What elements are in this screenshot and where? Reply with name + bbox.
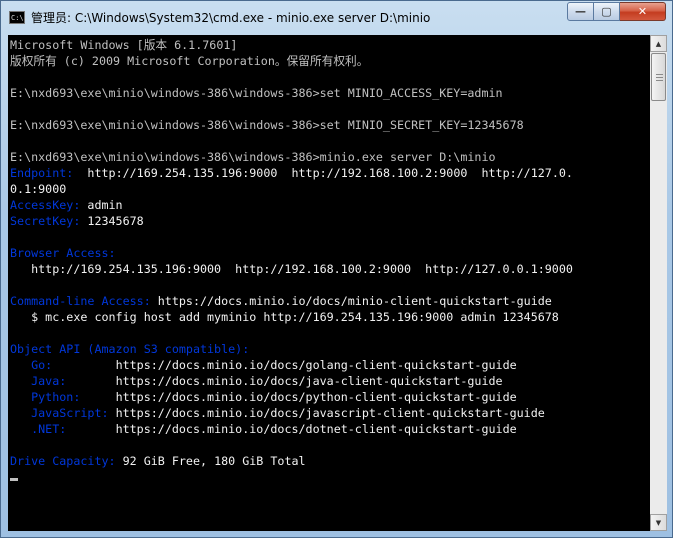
console-line: Microsoft Windows [版本 6.1.7601] [10, 37, 573, 53]
console-text: Python: [10, 390, 116, 404]
cmd-app-icon[interactable]: C:\. [9, 11, 28, 24]
console-line: Go: https://docs.minio.io/docs/golang-cl… [10, 357, 573, 373]
console-text: 92 GiB Free, 180 GiB Total [115, 454, 306, 468]
console-line: Browser Access: [10, 245, 573, 261]
scroll-down-button[interactable]: ▼ [650, 514, 667, 531]
title-bar[interactable]: C:\. 管理员: C:\Windows\System32\cmd.exe - … [1, 1, 672, 35]
scroll-up-button[interactable]: ▲ [650, 35, 667, 52]
console-text: Go: [10, 358, 116, 372]
thumb-grip [656, 77, 663, 78]
console-text: https://docs.minio.io/docs/python-client… [115, 390, 517, 404]
console-text: .NET: [10, 422, 116, 436]
console-text: E:\nxd693\exe\minio\windows-386\windows-… [10, 86, 503, 100]
console-text: https://docs.minio.io/docs/javascript-cl… [115, 406, 545, 420]
minimize-icon: — [575, 5, 586, 18]
console-text: Command-line Access: [10, 294, 151, 308]
console-line: 0.1:9000 [10, 181, 573, 197]
console-line: SecretKey: 12345678 [10, 213, 573, 229]
console-text: https://docs.minio.io/docs/java-client-q… [115, 374, 503, 388]
console-text: 12345678 [80, 214, 144, 228]
console-line: Endpoint: http://169.254.135.196:9000 ht… [10, 165, 573, 181]
console-text: http://169.254.135.196:9000 http://192.1… [73, 166, 573, 180]
close-icon: ✕ [637, 5, 648, 18]
console-text: Java: [10, 374, 116, 388]
console-line: .NET: https://docs.minio.io/docs/dotnet-… [10, 421, 573, 437]
scrollbar-thumb[interactable] [651, 53, 666, 101]
maximize-icon: ▢ [601, 5, 612, 18]
console-text: https://docs.minio.io/docs/minio-client-… [150, 294, 552, 308]
console-line [10, 469, 573, 485]
console-text: https://docs.minio.io/docs/dotnet-client… [115, 422, 517, 436]
console-line: Command-line Access: https://docs.minio.… [10, 293, 573, 309]
console-line: E:\nxd693\exe\minio\windows-386\windows-… [10, 149, 573, 165]
console-text: https://docs.minio.io/docs/golang-client… [115, 358, 517, 372]
console-text: Microsoft Windows [版本 6.1.7601] [10, 38, 238, 52]
console-line: E:\nxd693\exe\minio\windows-386\windows-… [10, 117, 573, 133]
console-text: $ mc.exe config host add myminio http://… [10, 310, 559, 324]
console-text: AccessKey: [10, 198, 81, 212]
console-line: Object API (Amazon S3 compatible): [10, 341, 573, 357]
console-text: Endpoint: [10, 166, 74, 180]
console-line: Drive Capacity: 92 GiB Free, 180 GiB Tot… [10, 453, 573, 469]
console-text: Drive Capacity: [10, 454, 116, 468]
console-line: Java: https://docs.minio.io/docs/java-cl… [10, 373, 573, 389]
console-text: 版权所有 (c) 2009 Microsoft Corporation。保留所有… [10, 54, 369, 68]
console-line: $ mc.exe config host add myminio http://… [10, 309, 573, 325]
console-lines: Microsoft Windows [版本 6.1.7601] 版权所有 (c) … [10, 37, 573, 485]
maximize-button[interactable]: ▢ [594, 2, 620, 21]
console-line: 版权所有 (c) 2009 Microsoft Corporation。保留所有… [10, 53, 573, 69]
console-text: JavaScript: [10, 406, 116, 420]
console-line: E:\nxd693\exe\minio\windows-386\windows-… [10, 85, 573, 101]
console-line: AccessKey: admin [10, 197, 573, 213]
console-text: Browser Access: [10, 246, 116, 260]
console-text: E:\nxd693\exe\minio\windows-386\windows-… [10, 118, 524, 132]
console-text: SecretKey: [10, 214, 81, 228]
console-text: admin [80, 198, 123, 212]
window-controls: — ▢ ✕ [567, 2, 666, 22]
thumb-grip [656, 74, 663, 75]
cmd-window: C:\. 管理员: C:\Windows\System32\cmd.exe - … [0, 0, 673, 538]
arrow-up-icon: ▲ [655, 39, 662, 48]
console-text: E:\nxd693\exe\minio\windows-386\windows-… [10, 150, 496, 164]
console-output[interactable]: Microsoft Windows [版本 6.1.7601] 版权所有 (c) … [8, 35, 650, 531]
minimize-button[interactable]: — [567, 2, 594, 21]
close-button[interactable]: ✕ [620, 2, 666, 21]
text-cursor [10, 478, 18, 481]
vertical-scrollbar[interactable]: ▲ ▼ [650, 35, 667, 531]
arrow-down-icon: ▼ [655, 518, 662, 527]
console-line: JavaScript: https://docs.minio.io/docs/j… [10, 405, 573, 421]
thumb-grip [656, 80, 663, 81]
console-text: http://169.254.135.196:9000 http://192.1… [10, 262, 573, 276]
console-text: 0.1:9000 [10, 182, 67, 196]
window-title: 管理员: C:\Windows\System32\cmd.exe - minio… [31, 11, 431, 25]
console-line: Python: https://docs.minio.io/docs/pytho… [10, 389, 573, 405]
console-line: http://169.254.135.196:9000 http://192.1… [10, 261, 573, 277]
console-text: Object API (Amazon S3 compatible): [10, 342, 250, 356]
